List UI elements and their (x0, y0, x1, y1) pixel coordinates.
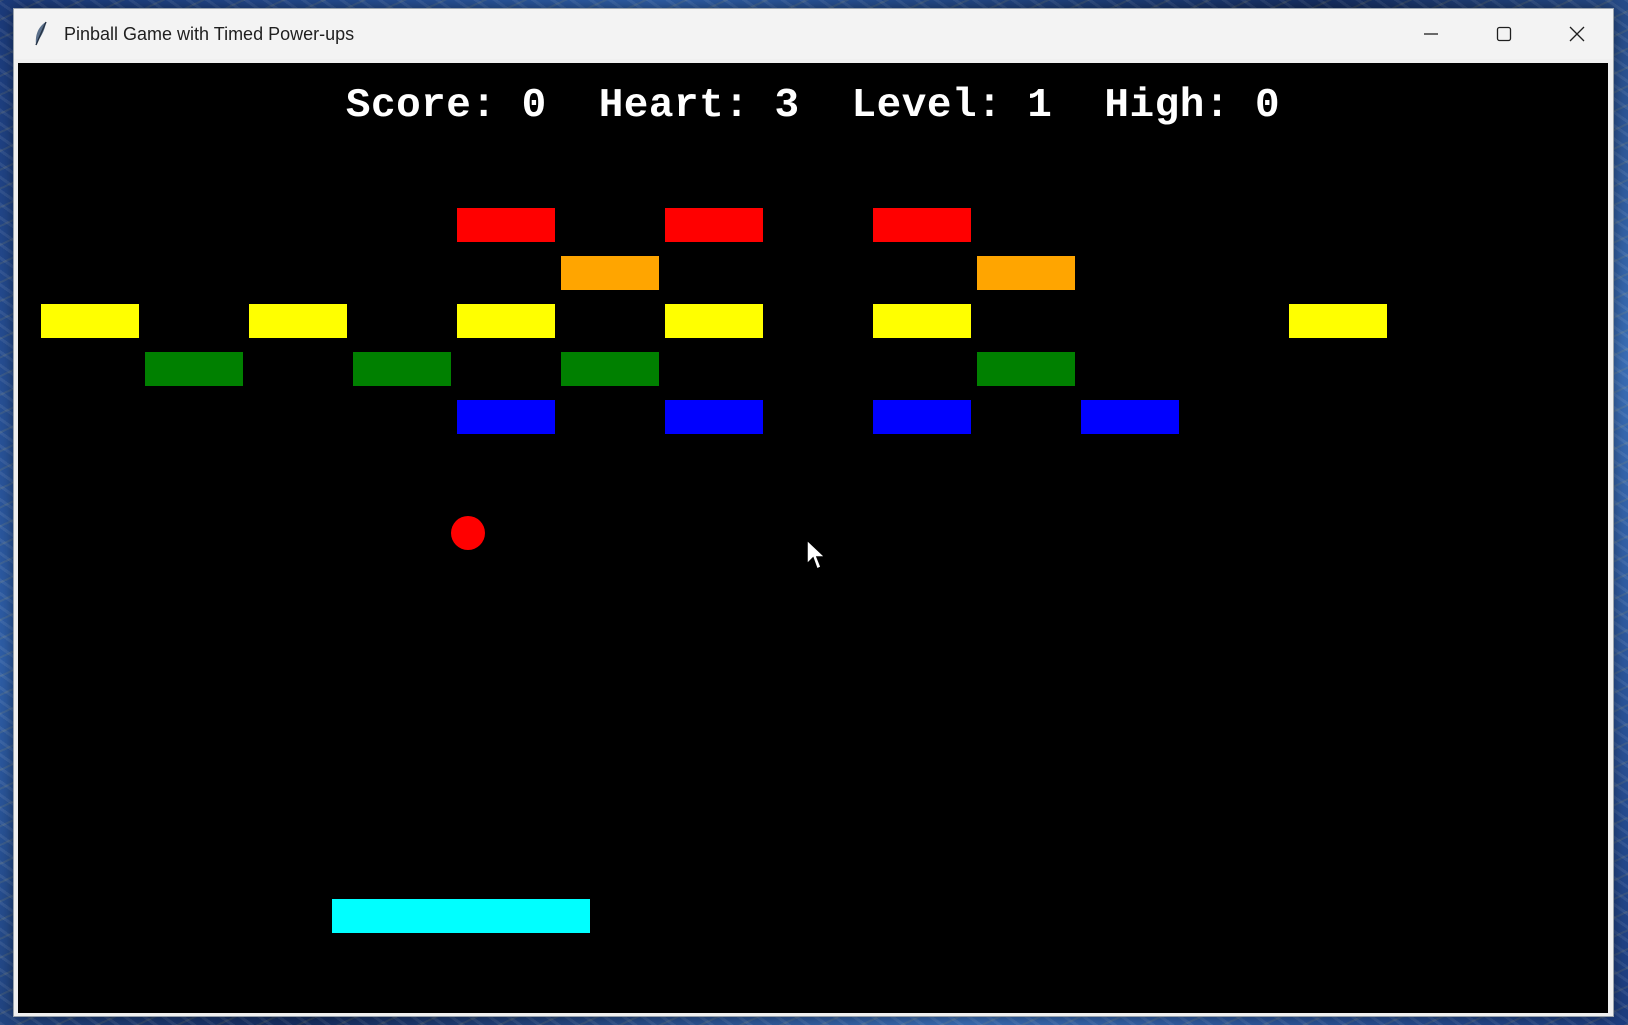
brick-blue (1081, 400, 1179, 434)
maximize-button[interactable] (1467, 9, 1540, 59)
close-icon (1569, 26, 1584, 42)
brick-orange (977, 256, 1075, 290)
brick-yellow (249, 304, 347, 338)
brick-blue (457, 400, 555, 434)
score-value: 0 (521, 83, 547, 129)
close-button[interactable] (1540, 9, 1613, 59)
level-label: Level: (851, 83, 1003, 129)
minimize-button[interactable] (1394, 9, 1467, 59)
high-value: 0 (1255, 83, 1281, 129)
game-window: Pinball Game with Timed Power-ups Score:… (13, 8, 1614, 1017)
mouse-pointer-icon (806, 538, 827, 571)
brick-green (145, 352, 243, 386)
high-score-display: High: 0 (1104, 83, 1280, 129)
hud: Score: 0 Heart: 3 Level: 1 High: 0 (18, 83, 1608, 129)
brick-blue (873, 400, 971, 434)
brick-green (561, 352, 659, 386)
brick-yellow (665, 304, 763, 338)
brick-orange (561, 256, 659, 290)
score-display: Score: 0 (346, 83, 547, 129)
title-bar[interactable]: Pinball Game with Timed Power-ups (14, 9, 1613, 59)
paddle (332, 899, 590, 933)
level-value: 1 (1027, 83, 1053, 129)
ball (451, 516, 485, 550)
brick-blue (665, 400, 763, 434)
brick-red (665, 208, 763, 242)
window-title: Pinball Game with Timed Power-ups (64, 23, 355, 44)
brick-red (457, 208, 555, 242)
score-label: Score: (345, 83, 497, 129)
feather-icon (30, 20, 52, 48)
level-display: Level: 1 (852, 83, 1053, 129)
heart-display: Heart: 3 (599, 83, 800, 129)
brick-yellow (873, 304, 971, 338)
maximize-icon (1496, 26, 1511, 42)
brick-yellow (1289, 304, 1387, 338)
brick-yellow (41, 304, 139, 338)
high-label: High: (1104, 83, 1230, 129)
minimize-icon (1423, 33, 1438, 35)
heart-label: Heart: (598, 83, 750, 129)
brick-yellow (457, 304, 555, 338)
brick-red (873, 208, 971, 242)
brick-green (353, 352, 451, 386)
window-controls (1394, 9, 1613, 59)
heart-value: 3 (774, 83, 800, 129)
brick-green (977, 352, 1075, 386)
